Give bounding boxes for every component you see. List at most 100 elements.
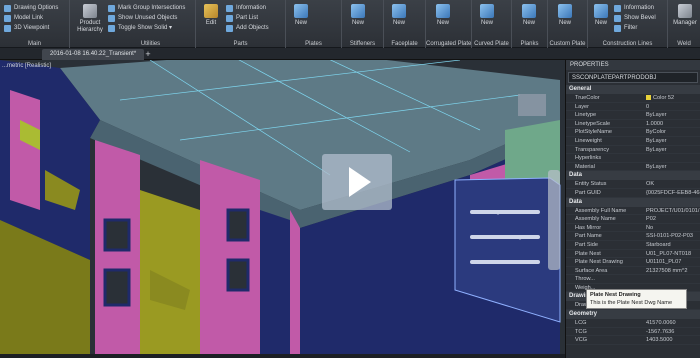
add-objects-button[interactable]: Add Objects <box>226 23 269 33</box>
ribbon-group-label: Construction Lines <box>602 41 653 47</box>
show-bevel-button[interactable]: Show Bevel <box>614 13 656 23</box>
property-row[interactable]: LinetypeScale 1.0000 <box>566 120 700 129</box>
tooltip-title: Plate Nest Drawing <box>590 292 641 298</box>
property-row[interactable]: Plate Nest U01_PL07-NT018 <box>566 250 700 259</box>
object-type-select[interactable]: SSCONPLATEPARTPRODOBJ <box>568 72 698 83</box>
property-key: Has Mirror <box>575 224 602 231</box>
property-row[interactable]: Lineweight ByLayer <box>566 137 700 146</box>
property-row[interactable]: LCG 41570.0060 <box>566 319 700 328</box>
property-key: Linetype <box>575 112 597 119</box>
property-row[interactable]: Assembly Name P02 <box>566 215 700 224</box>
play-video-button[interactable] <box>322 154 392 210</box>
property-row[interactable]: Part GUID {0025FDCF-EEB8-468... <box>566 189 700 198</box>
stiffeners-new-button[interactable]: New <box>345 4 371 27</box>
filter-button[interactable]: Filter <box>614 23 637 33</box>
property-section-header[interactable]: General <box>566 85 700 94</box>
property-key: Entity Status <box>575 181 607 188</box>
property-key: LCG <box>575 320 587 327</box>
corrugated-new-button[interactable]: New <box>430 4 456 27</box>
parts-information-button[interactable]: Information <box>226 3 266 13</box>
property-value: ByLayer <box>646 112 667 119</box>
3d-viewpoint-icon <box>4 25 11 32</box>
toggle-show-solid-button[interactable]: Toggle Show Solid ▾ <box>108 23 172 33</box>
drawing-options-icon <box>4 5 11 12</box>
property-row[interactable]: Part Name SSI-0101-P02-P03 <box>566 232 700 241</box>
property-value-text: Color 52 <box>653 95 675 101</box>
ribbon-group-corrugated: New Corrugated Plate <box>426 0 472 48</box>
part-list-button[interactable]: Part List <box>226 13 258 23</box>
property-value: ByLayer <box>646 137 667 144</box>
tooltip: Plate Nest Drawing This is the Plate Nes… <box>586 289 687 309</box>
property-section-header[interactable]: Data <box>566 197 700 207</box>
parts-edit-button[interactable]: Edit <box>198 4 224 27</box>
ribbon-group-label: Custom Plate <box>549 41 586 47</box>
ribbon: Drawing Options Model Link 3D Viewpoint … <box>0 0 700 48</box>
property-row[interactable]: PlotStyleName ByColor <box>566 128 700 137</box>
property-key: TCG <box>575 328 587 335</box>
frame-cutout <box>226 258 250 292</box>
construction-new-button[interactable]: New <box>588 4 614 27</box>
add-objects-icon <box>226 25 233 32</box>
property-section-header[interactable]: Data <box>566 171 700 181</box>
play-icon <box>349 167 371 197</box>
property-row[interactable]: Surface Area 21327508 mm^2 <box>566 267 700 276</box>
product-hierarchy-button[interactable]: Product Hierarchy <box>75 4 105 34</box>
tooltip-body: This is the Plate Nest Dwg Name <box>590 300 673 306</box>
property-row[interactable]: Assembly Full Name PROJECT/U01/0101/... <box>566 207 700 216</box>
construction-information-button[interactable]: Information <box>614 3 654 13</box>
part-list-icon <box>226 15 233 22</box>
viewport-scrollbar[interactable] <box>0 354 565 358</box>
property-row[interactable]: Has Mirror No <box>566 224 700 233</box>
show-solid-icon <box>108 25 115 32</box>
property-row[interactable]: Transparency ByLayer <box>566 146 700 155</box>
property-section-header[interactable]: Geometry <box>566 310 700 320</box>
planks-new-button[interactable]: New <box>516 4 542 27</box>
plates-new-button[interactable]: New <box>288 4 314 27</box>
property-value: 1.0000 <box>646 120 664 127</box>
model-viewport[interactable]: ...metric [Realistic] <box>0 60 565 358</box>
show-unused-objects-button[interactable]: Show Unused Objects <box>108 13 177 23</box>
property-key: PlotStyleName <box>575 129 612 136</box>
viewport-label[interactable]: ...metric [Realistic] <box>2 63 51 69</box>
information-icon <box>614 5 621 12</box>
curved-new-button[interactable]: New <box>474 4 500 27</box>
property-row[interactable]: VCG 1403.5000 <box>566 336 700 345</box>
property-key: Layer <box>575 103 589 110</box>
ribbon-group-faceplate: New Faceplate <box>384 0 426 48</box>
ribbon-group-plates: New Plates <box>286 0 342 48</box>
model-link-button[interactable]: Model Link <box>4 13 43 23</box>
property-key: Plate Nest <box>575 250 601 257</box>
document-tab[interactable]: 2016-01-08 16.40.22_Transient* <box>42 49 145 60</box>
property-row[interactable]: Part Side Starboard <box>566 241 700 250</box>
ribbon-group-main: Drawing Options Model Link 3D Viewpoint … <box>0 0 70 48</box>
ribbon-group-parts: Edit Information Part List Add Objects P… <box>196 0 286 48</box>
property-value: -1567.7636 <box>646 328 675 335</box>
property-row[interactable]: Plate Nest Drawing U01101_PL07 <box>566 258 700 267</box>
faceplate-new-button[interactable]: New <box>386 4 412 27</box>
property-row[interactable]: TCG -1567.7636 <box>566 328 700 337</box>
view-cube[interactable] <box>518 94 546 116</box>
properties-title: PROPERTIES <box>566 60 700 70</box>
navigation-bar[interactable] <box>548 170 560 270</box>
property-value: P02 <box>646 216 656 223</box>
mark-group-intersections-button[interactable]: Mark Group Intersections <box>108 3 185 13</box>
property-key: Assembly Name <box>575 216 616 223</box>
weld-manager-button[interactable]: Manager <box>670 4 700 27</box>
property-row[interactable]: Layer 0 <box>566 103 700 112</box>
edit-icon <box>204 4 218 18</box>
custom-plate-new-button[interactable]: New <box>552 4 578 27</box>
frame-plate <box>290 210 300 358</box>
3d-viewpoint-button[interactable]: 3D Viewpoint <box>4 23 49 33</box>
property-row[interactable]: Throw... <box>566 275 700 284</box>
property-row[interactable]: Linetype ByLayer <box>566 111 700 120</box>
property-value: PROJECT/U01/0101/... <box>646 207 700 214</box>
ribbon-group-construction: New Information Show Bevel Filter Constr… <box>588 0 668 48</box>
property-row[interactable]: Material ByLayer <box>566 163 700 172</box>
new-tab-button[interactable]: + <box>143 49 153 59</box>
property-row[interactable]: Entity Status OK <box>566 180 700 189</box>
property-row[interactable]: TrueColor Color 52 <box>566 94 700 103</box>
frame-cutout <box>103 218 131 252</box>
ribbon-group-label: Planks <box>520 41 539 47</box>
property-row[interactable]: Hyperlinks <box>566 154 700 163</box>
drawing-options-button[interactable]: Drawing Options <box>4 3 58 13</box>
